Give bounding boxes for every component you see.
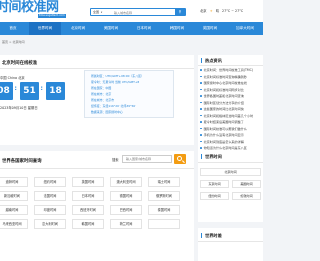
hot-news-item[interactable]: 国际时间校准可以帮我们做什么 — [200, 127, 247, 131]
clock-hours: 08 — [0, 82, 13, 100]
info-line: 数据来源：国家授时中心 — [91, 110, 123, 114]
info-line: 所属时区：UTC/GMT+08:00（东八区） — [91, 74, 144, 78]
world-search-label: 搜索 — [112, 158, 119, 162]
side-link[interactable]: 伦敦时间 — [232, 192, 261, 200]
weather-condition: 晴 — [215, 9, 219, 13]
hot-news-item[interactable]: 这些国家的时间比北京时间快 — [200, 107, 244, 111]
city-link[interactable]: 新加坡时间 — [0, 191, 28, 201]
clock-minutes: 51 — [20, 82, 39, 100]
city-link[interactable]: 意大利时间 — [34, 219, 66, 229]
nav-item-uk-time[interactable]: 英国时间 — [194, 22, 226, 35]
search-input[interactable] — [113, 10, 169, 15]
hot-news-item[interactable]: 手机为什么没有北京时间显示 — [200, 133, 244, 137]
city-link[interactable]: 俄罗斯时间 — [148, 191, 180, 201]
city-link[interactable]: 西班牙时间 — [72, 205, 104, 215]
info-line: 经纬度：东经116°20′ 北纬39°56′ — [91, 104, 136, 108]
side-link[interactable]: 东京时间 — [200, 180, 229, 188]
weather-widget: 北京 ☀ 晴 27°C ~ 27°C — [200, 9, 245, 14]
breadcrumb: 首页>北京时间 — [2, 40, 25, 44]
date-line: 2023年09月10日 星期日 — [0, 106, 38, 110]
hot-news-item[interactable]: 国际时区划分方法分享的介绍 — [200, 101, 244, 105]
chevron-down-icon: ▾ — [101, 11, 103, 14]
location-label: 中国 China 北京 — [0, 76, 25, 80]
breadcrumb-current: 北京时间 — [12, 40, 25, 44]
city-link[interactable]: 瑞士时间 — [148, 177, 180, 187]
city-link[interactable]: 荷兰时间 — [110, 219, 142, 229]
site-logo-subtitle: time.sogaitech.com — [38, 14, 66, 18]
search-icon: ⚲ — [178, 9, 182, 14]
world-time-panel: 世界各国家时间查询 搜索 迪拜时间 纽约时间 英国时间 澳大利亚时间 瑞士时间 … — [0, 151, 194, 261]
city-link[interactable]: 印度时间 — [34, 205, 66, 215]
city-link[interactable]: 巴西时间 — [110, 205, 142, 215]
hot-news-item[interactable]: 北京时间到底是怎么来的详解 — [200, 140, 244, 144]
city-link[interactable]: 英国时间 — [72, 177, 104, 187]
side-link[interactable]: 美国时间 — [232, 180, 261, 188]
nav-item-korea-time[interactable]: 韩国时间 — [161, 22, 193, 35]
city-link[interactable]: 日本时间 — [72, 191, 104, 201]
city-link[interactable]: 纽约时间 — [34, 177, 66, 187]
hot-news-item[interactable]: 夏令时结束后美国时间调整了 — [200, 120, 244, 124]
city-link[interactable]: 迪拜时间 — [0, 177, 28, 187]
beijing-time-panel: 北京时间在线校准 中国 China 北京 08 : 51 : 18 2023年0… — [0, 55, 194, 145]
panel-title-world: 世界各国家时间查询 — [0, 158, 42, 164]
site-logo[interactable]: 时间校准网 — [0, 1, 59, 15]
header-search: 全国▾ ⚲ — [90, 8, 186, 16]
city-link[interactable]: 越南时间 — [0, 205, 28, 215]
breadcrumb-home[interactable]: 首页 — [2, 40, 8, 44]
main-nav: 首页 世界时间 北京时间 美国时间 日本时间 韩国时间 英国时间 加拿大时间 — [0, 22, 263, 35]
world-search-input[interactable] — [122, 155, 172, 163]
world-timediff-side-panel: 世界时差 — [198, 228, 263, 261]
hot-news-item[interactable]: 国家授时中心北京时间校准在线 — [200, 81, 247, 85]
hot-news-item[interactable]: 北京时间和标准时间同步对比 — [200, 88, 244, 92]
weather-temperature: 27°C ~ 27°C — [222, 9, 244, 13]
city-link[interactable]: 韩国时间 — [72, 219, 104, 229]
city-link[interactable]: 澳大利亚时间 — [110, 177, 142, 187]
side-title-time-diff: 世界时差 — [201, 233, 222, 238]
city-link[interactable]: 法国时间 — [34, 191, 66, 201]
weather-city: 北京 — [200, 9, 207, 13]
city-link[interactable]: 马来西亚时间 — [0, 219, 28, 229]
nav-item-canada-time[interactable]: 加拿大时间 — [227, 22, 263, 35]
timezone-info-box: 所属时区：UTC/GMT+08:00（东八区） 夏令时：无夏令时 当前 UTC/… — [84, 70, 174, 118]
city-link[interactable]: 泰国时间 — [148, 205, 180, 215]
hot-news-title: 热点资讯 — [201, 58, 222, 63]
info-line: 所在城市：北京市 — [91, 98, 115, 102]
panel-title-beijing: 北京时间在线校准 — [0, 60, 38, 66]
nav-item-japan-time[interactable]: 日本时间 — [128, 22, 160, 35]
search-scope-select[interactable]: 全国 ▾ — [92, 10, 112, 15]
info-line: 所在国家：中国 — [91, 86, 112, 90]
side-link[interactable]: 北京时间 — [200, 168, 261, 176]
hot-news-item[interactable]: 北京时间：世界时间校准工具(TMC) — [200, 68, 253, 72]
search-button[interactable]: ⚲ — [175, 9, 185, 15]
nav-item-home[interactable]: 首页 — [0, 22, 29, 35]
world-search-button[interactable] — [174, 154, 186, 164]
hot-news-item[interactable]: 北京时间标准时间查询精确到秒 — [200, 75, 247, 79]
hot-news-item[interactable]: 世界各国时差和北京时间查询 — [200, 94, 244, 98]
clock-seconds: 18 — [46, 82, 65, 100]
sun-icon: ☀ — [209, 9, 213, 13]
info-line: 所在城市：北京 — [91, 92, 112, 96]
info-line: 夏令时：无夏令时 当前 UTC/GMT+8 — [91, 80, 140, 84]
hot-news-item[interactable]: 北京时间和格林尼治时间差几个小时 — [200, 114, 253, 118]
header: 时间校准网 time.sogaitech.com 全国▾ ⚲ 北京 ☀ 晴 27… — [0, 0, 263, 22]
search-scope-value: 全国 — [93, 10, 100, 14]
nav-item-beijing-time[interactable]: 北京时间 — [62, 22, 94, 35]
city-link[interactable]: 德国时间 — [110, 191, 142, 201]
nav-item-us-time[interactable]: 美国时间 — [95, 22, 127, 35]
side-title-world-time: 世界时间 — [201, 154, 222, 159]
nav-item-world-time[interactable]: 世界时间 — [29, 22, 61, 35]
city-link[interactable] — [148, 219, 180, 229]
world-time-side-panel: 世界时间 北京时间 东京时间 美国时间 纽约时间 伦敦时间 — [198, 150, 263, 222]
side-link[interactable]: 纽约时间 — [200, 192, 229, 200]
